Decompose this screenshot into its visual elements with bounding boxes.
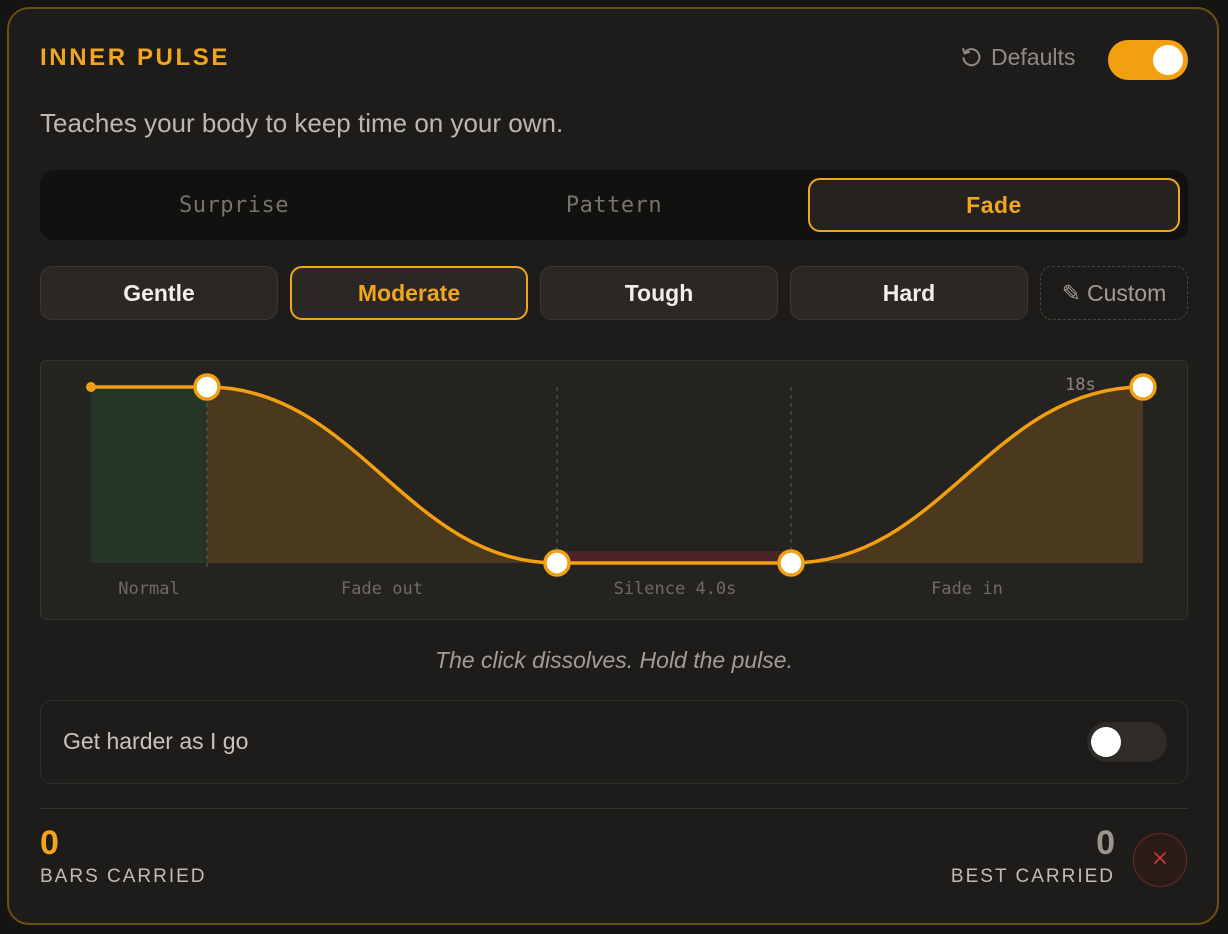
custom-label: Custom bbox=[1087, 279, 1167, 306]
defaults-label: Defaults bbox=[991, 43, 1076, 70]
difficulty-moderate-button[interactable]: Moderate bbox=[290, 266, 528, 320]
tab-fade[interactable]: Fade bbox=[808, 178, 1180, 232]
mode-selector: Surprise Pattern Fade bbox=[40, 170, 1188, 240]
best-carried-label: BEST CARRIED bbox=[950, 866, 1115, 887]
fade-envelope-chart: 18s Normal Fade out Silence 4.0s Fade in bbox=[40, 360, 1188, 620]
duration-label: 18s bbox=[1065, 375, 1096, 395]
feature-toggle[interactable] bbox=[1108, 40, 1188, 80]
normal-zone bbox=[91, 387, 207, 563]
panel-description: Teaches your body to keep time on your o… bbox=[40, 108, 564, 138]
silence-end-handle[interactable] bbox=[777, 549, 805, 577]
bars-carried-label: BARS CARRIED bbox=[40, 866, 207, 887]
difficulty-tough-button[interactable]: Tough bbox=[540, 266, 778, 320]
difficulty-gentle-button[interactable]: Gentle bbox=[40, 266, 278, 320]
mode-caption: The click dissolves. Hold the pulse. bbox=[435, 647, 793, 673]
segment-label-silence: Silence 4.0s bbox=[613, 579, 737, 599]
difficulty-custom-button[interactable]: ✎ Custom bbox=[1040, 266, 1188, 320]
close-icon bbox=[1153, 851, 1167, 870]
silence-start-handle[interactable] bbox=[543, 549, 571, 577]
fade-end-handle[interactable] bbox=[1129, 373, 1157, 401]
bars-carried-value: 0 bbox=[40, 824, 59, 862]
reset-icon bbox=[960, 46, 982, 68]
divider bbox=[40, 808, 1188, 809]
toggle-knob bbox=[1153, 45, 1183, 75]
toggle-knob bbox=[1091, 727, 1121, 757]
fade-start-handle[interactable] bbox=[193, 373, 221, 401]
start-point bbox=[86, 382, 96, 392]
segment-label-fade-in: Fade in bbox=[931, 579, 1003, 599]
panel-title: INNER PULSE bbox=[40, 44, 230, 71]
silence-zone bbox=[557, 551, 791, 563]
difficulty-hard-button[interactable]: Hard bbox=[790, 266, 1028, 320]
harder-label: Get harder as I go bbox=[63, 728, 249, 754]
segment-label-normal: Normal bbox=[118, 579, 180, 599]
best-carried-value: 0 bbox=[1096, 824, 1115, 862]
pencil-icon: ✎ bbox=[1061, 279, 1082, 306]
harder-row: Get harder as I go bbox=[40, 700, 1188, 784]
reset-stats-button[interactable] bbox=[1133, 833, 1187, 887]
tab-surprise[interactable]: Surprise bbox=[48, 178, 420, 232]
harder-toggle[interactable] bbox=[1087, 722, 1167, 762]
defaults-button[interactable]: Defaults bbox=[960, 42, 1075, 72]
segment-label-fade-out: Fade out bbox=[341, 579, 423, 599]
tab-pattern[interactable]: Pattern bbox=[428, 178, 800, 232]
